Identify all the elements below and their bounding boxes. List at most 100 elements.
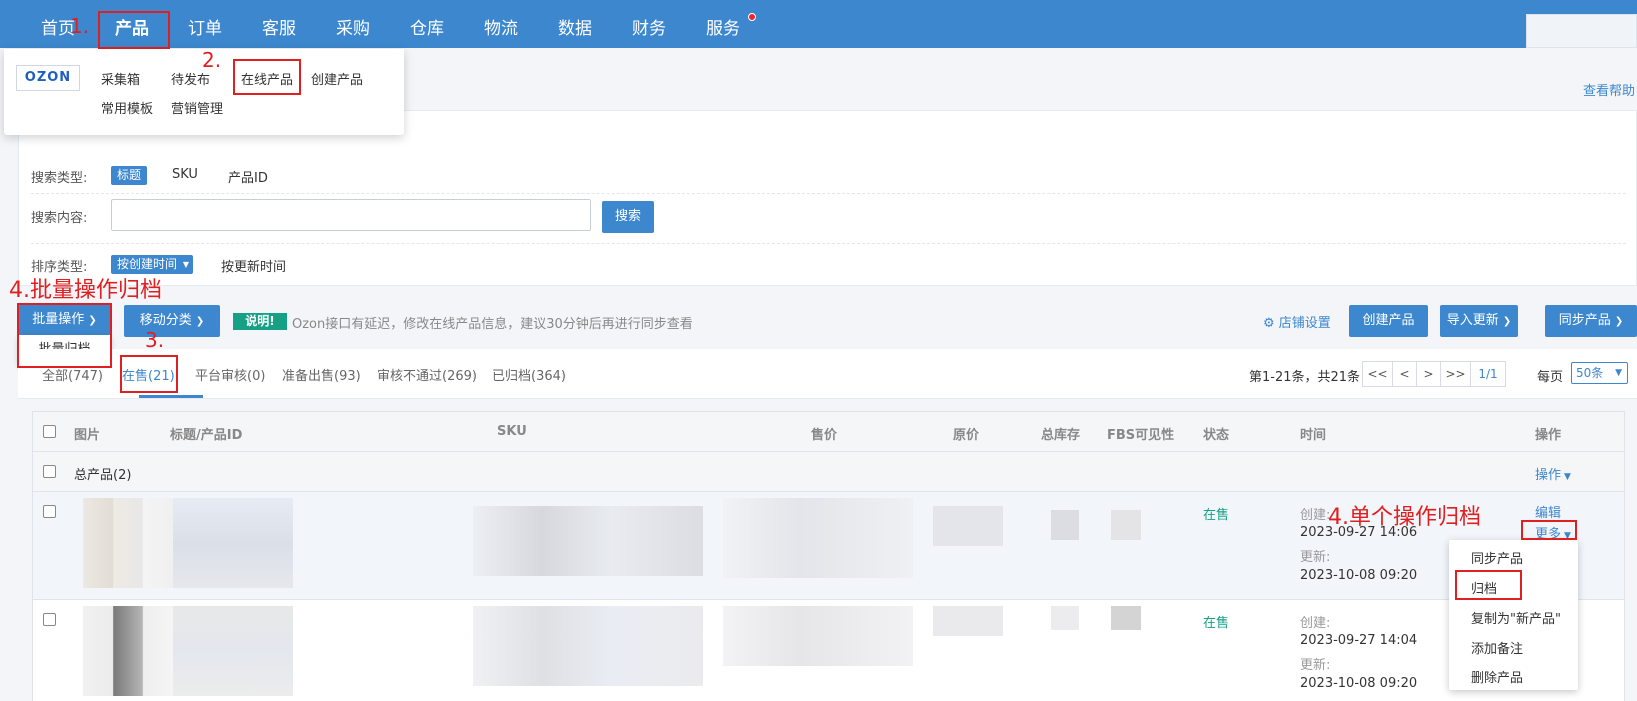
note-badge: 说明! [233,313,287,330]
menu-copy-as-new[interactable]: 复制为"新产品" [1471,608,1561,627]
select-all-checkbox[interactable] [43,425,56,438]
updated-time: 2023-10-08 09:20 [1300,676,1418,691]
filter-panel: 搜索类型: 标题 SKU 产品ID 搜索内容: 搜索 排序类型: 按创建时间 ▼ … [18,110,1637,286]
page-first-button[interactable]: << [1363,362,1393,386]
move-category-button[interactable]: 移动分类 ❯ [124,305,220,337]
page-indicator[interactable]: 1/1 [1471,362,1505,386]
menu-common-templates[interactable]: 常用模板 [101,98,153,117]
menu-add-note[interactable]: 添加备注 [1471,638,1523,657]
chevron-down-icon: ❯ [195,316,205,327]
annotation-box-product-nav [98,11,170,49]
group-action-dropdown[interactable]: 操作 ▼ [1535,464,1571,483]
product-title-blurred[interactable] [173,498,293,588]
stock-blurred [1051,606,1079,630]
status-badge: 在售 [1203,616,1230,631]
top-nav: 首页 产品 订单 客服 采购 仓库 物流 数据 财务 服务 [0,0,1637,48]
product-table: 图片 标题/产品ID SKU 售价 原价 总库存 FBS可见性 状态 时间 操作… [32,411,1625,701]
edit-link[interactable]: 编辑 [1535,502,1561,521]
sync-product-button[interactable]: 同步产品 ❯ [1545,305,1637,337]
shop-settings-label: 店铺设置 [1278,316,1331,331]
page-last-button[interactable]: >> [1441,362,1471,386]
nav-service[interactable]: 服务 [686,0,760,48]
page-prev-button[interactable]: < [1393,362,1417,386]
col-fbs-visibility: FBS可见性 [1107,428,1175,443]
search-type-sku[interactable]: SKU [172,167,198,182]
stock-blurred [1051,510,1079,540]
annotation-box-more [1521,520,1577,540]
group-label: 总产品(2) [74,468,132,483]
col-price: 售价 [811,428,838,443]
annotation-step4-single: 4.单个操作归档 [1328,505,1481,530]
annotation-step3: 3. [145,328,165,352]
group-checkbox[interactable] [43,465,56,478]
search-type-title[interactable]: 标题 [111,166,148,185]
help-link[interactable]: 查看帮助 [1583,80,1635,99]
search-button[interactable]: 搜索 [602,201,654,233]
pagination-info: 第1-21条，共21条 [1249,370,1361,385]
annotation-box-on-sale-tab [120,355,178,393]
status-tabs-bar: 全部(747) 在售(21) 平台审核(0) 准备出售(93) 审核不通过(26… [18,349,1637,399]
col-image: 图片 [74,428,101,443]
more-actions-menu: 同步产品 归档 复制为"新产品" 添加备注 删除产品 [1449,540,1578,690]
row-checkbox[interactable] [43,505,56,518]
original-price-blurred [933,606,1003,636]
nav-warehouse[interactable]: 仓库 [390,0,464,48]
annotation-box-batch-archive [17,303,112,368]
search-content-label: 搜索内容: [31,211,88,226]
import-update-button[interactable]: 导入更新 ❯ [1440,305,1518,337]
nav-logistics[interactable]: 物流 [464,0,538,48]
tab-archived[interactable]: 已归档(364) [492,365,566,384]
user-avatar-area[interactable] [1526,14,1637,48]
table-header: 图片 标题/产品ID SKU 售价 原价 总库存 FBS可见性 状态 时间 操作 [33,412,1624,452]
search-type-label: 搜索类型: [31,171,88,186]
chevron-down-icon: ▼ [1615,368,1622,378]
note-text: Ozon接口有延迟，修改在线产品信息，建议30分钟后再进行同步查看 [292,317,693,332]
col-status: 状态 [1203,428,1230,443]
updated-time: 2023-10-08 09:20 [1300,568,1418,583]
created-label: 创建: [1300,508,1331,523]
product-title-blurred[interactable] [173,606,293,696]
product-image[interactable] [83,498,173,588]
updated-label: 更新: [1300,658,1331,673]
fbs-blurred [1111,510,1141,540]
updated-label: 更新: [1300,550,1331,565]
menu-delete-product[interactable]: 删除产品 [1471,667,1523,686]
search-input[interactable] [111,199,591,231]
shop-settings-link[interactable]: ⚙ 店铺设置 [1263,312,1331,331]
sku-blurred [473,606,703,686]
per-page-label: 每页 [1537,370,1564,385]
search-type-product-id[interactable]: 产品ID [228,167,268,186]
table-row: 在售 创建: 2023-09-27 14:04 更新: 2023-10-08 0… [33,600,1624,701]
menu-marketing[interactable]: 营销管理 [171,98,223,117]
annotation-box-online-products [233,59,301,95]
pagination-controls: << < > >> 1/1 [1362,361,1506,387]
nav-purchase[interactable]: 采购 [316,0,390,48]
price-blurred [723,498,913,578]
sort-by-updated[interactable]: 按更新时间 [221,256,286,275]
page-next-button[interactable]: > [1417,362,1441,386]
caret-down-icon: ▼ [182,260,190,269]
active-tab-indicator [139,395,203,398]
annotation-step1: 1. [70,14,90,38]
product-image[interactable] [83,606,173,696]
per-page-select[interactable]: 50条 ▼ [1571,362,1628,384]
tab-ready-to-sell[interactable]: 准备出售(93) [282,365,361,384]
nav-data[interactable]: 数据 [538,0,612,48]
nav-customer-service[interactable]: 客服 [242,0,316,48]
tab-review-rejected[interactable]: 审核不通过(269) [377,365,477,384]
nav-orders[interactable]: 订单 [168,0,242,48]
menu-create-product[interactable]: 创建产品 [311,69,363,88]
menu-sync-product[interactable]: 同步产品 [1471,548,1523,567]
annotation-box-archive [1455,570,1522,600]
ozon-logo[interactable]: OZON [16,65,80,91]
menu-collect-box[interactable]: 采集箱 [101,69,140,88]
create-product-button[interactable]: 创建产品 [1349,305,1428,337]
tab-platform-review[interactable]: 平台审核(0) [195,365,265,384]
status-badge: 在售 [1203,508,1230,523]
col-title-id: 标题/产品ID [170,428,243,443]
group-action-label: 操作 [1535,468,1562,483]
created-label: 创建: [1300,616,1331,631]
divider [31,243,1626,244]
nav-finance[interactable]: 财务 [612,0,686,48]
row-checkbox[interactable] [43,613,56,626]
